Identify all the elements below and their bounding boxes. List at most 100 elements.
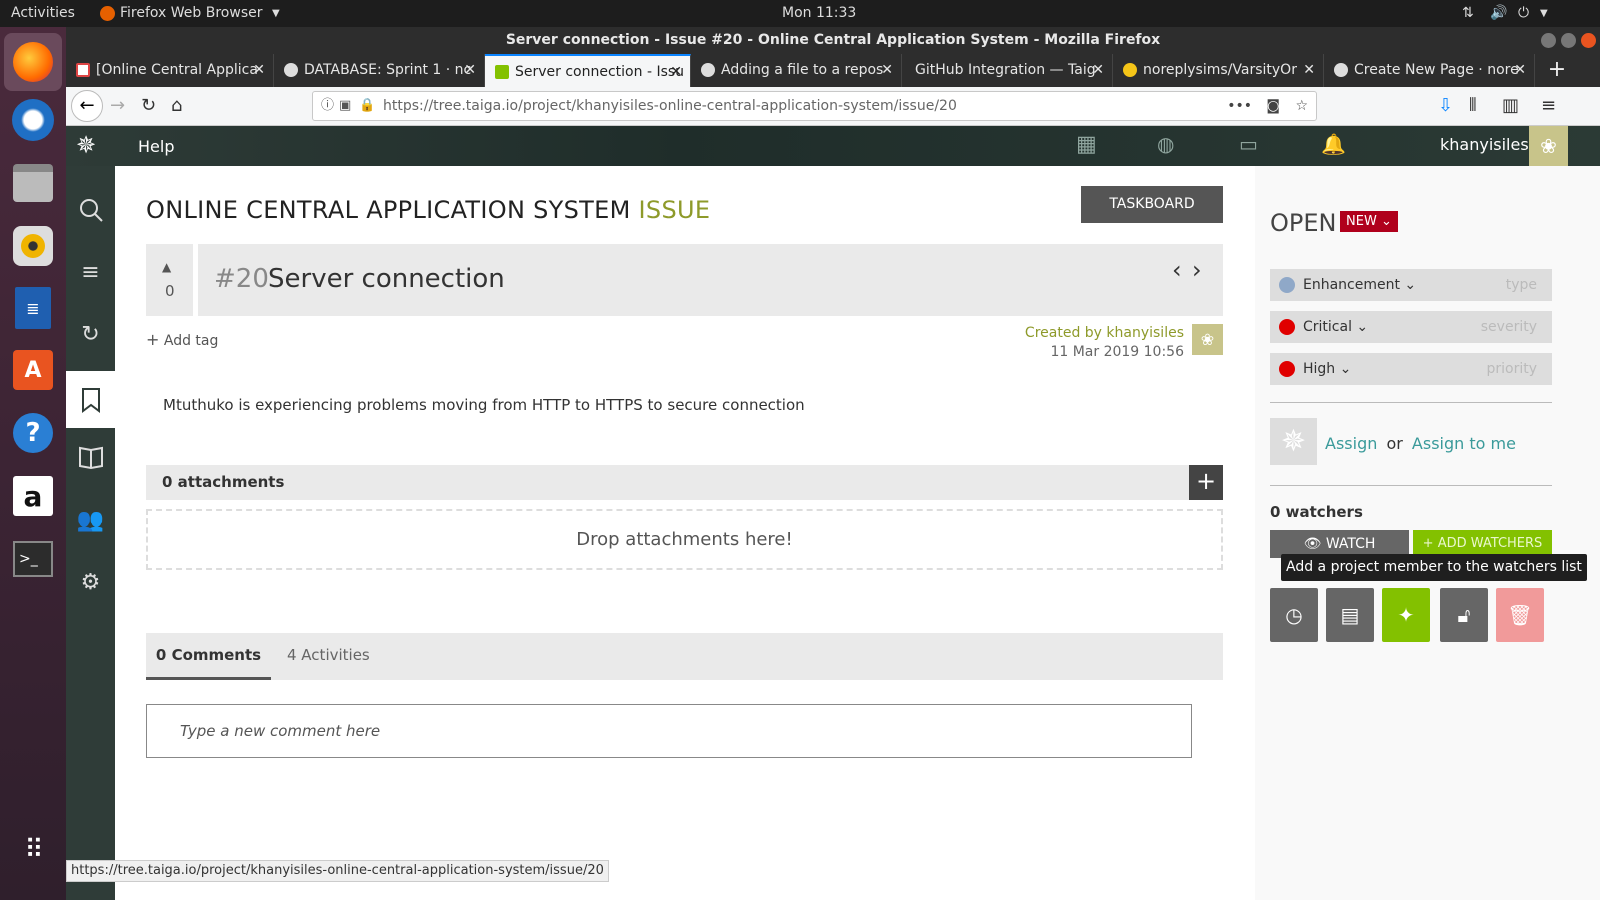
home-icon[interactable]: ⌂ xyxy=(171,95,182,116)
close-icon[interactable] xyxy=(1581,33,1596,48)
link-preview: https://tree.taiga.io/project/khanyisile… xyxy=(66,860,609,882)
thunderbird-launcher[interactable] xyxy=(10,97,56,143)
firefox-launcher[interactable] xyxy=(4,33,62,91)
attachments-header: 0 attachments xyxy=(146,465,1223,500)
close-tab-icon[interactable]: ✕ xyxy=(670,56,682,87)
promote-to-user-story-icon[interactable]: ▤ xyxy=(1326,588,1374,642)
tab-adding-file[interactable]: Adding a file to a repos ✕ xyxy=(691,54,902,87)
type-select[interactable]: Enhancement ⌄ type xyxy=(1270,269,1552,301)
add-tag-label: Add tag xyxy=(163,333,219,349)
forward-icon[interactable]: → xyxy=(110,95,125,116)
new-tab-icon[interactable]: + xyxy=(1542,54,1572,87)
projects-grid-icon[interactable]: ▦ xyxy=(1076,132,1097,157)
creator-avatar[interactable]: ❀ xyxy=(1192,324,1223,355)
writer-launcher[interactable]: ≣ xyxy=(10,285,56,331)
power-icon[interactable]: ⏻ xyxy=(1518,5,1529,21)
tab-github-integration[interactable]: GitHub Integration — Taig ✕ xyxy=(902,54,1113,87)
maximize-icon[interactable] xyxy=(1561,33,1576,48)
project-name[interactable]: ONLINE CENTRAL APPLICATION SYSTEM xyxy=(146,196,631,224)
backlog-icon[interactable]: ≡ xyxy=(66,247,115,297)
downloads-icon[interactable]: ⇩ xyxy=(1438,95,1453,116)
discover-globe-icon[interactable]: ◍ xyxy=(1157,132,1174,156)
notifications-bell-icon[interactable]: 🔔 xyxy=(1321,132,1346,156)
tab-noreplysims[interactable]: noreplysims/VarsityOr ✕ xyxy=(1113,54,1324,87)
show-apps-icon[interactable]: ⠿ xyxy=(10,827,56,873)
priority-select[interactable]: High ⌄ priority xyxy=(1270,353,1552,385)
close-tab-icon[interactable]: ✕ xyxy=(464,54,476,87)
amazon-icon: a xyxy=(13,476,53,516)
reload-icon[interactable]: ↻ xyxy=(141,95,156,116)
previous-issue-icon[interactable]: ‹ xyxy=(1172,256,1182,284)
user-avatar[interactable]: ❀ xyxy=(1529,126,1568,166)
minimize-icon[interactable] xyxy=(1541,33,1556,48)
tab-comments[interactable]: 0 Comments xyxy=(146,633,271,680)
kanban-icon[interactable]: ↻ xyxy=(66,309,115,359)
next-issue-icon[interactable]: › xyxy=(1192,256,1202,284)
sidebar-toggle-icon[interactable]: ▥ xyxy=(1502,95,1519,116)
add-tag-button[interactable]: + Add tag xyxy=(146,330,218,349)
back-icon[interactable]: ← xyxy=(71,90,103,122)
delete-trash-icon[interactable]: 🗑︎ xyxy=(1496,588,1544,642)
tab-activities[interactable]: 4 Activities xyxy=(287,633,370,680)
lock-icon[interactable]: 🔒 xyxy=(359,92,375,120)
search-icon[interactable] xyxy=(66,185,115,235)
comment-input[interactable]: Type a new comment here xyxy=(146,704,1192,758)
tab-gmail[interactable]: [Online Central Applica ✕ xyxy=(66,54,274,87)
software-launcher[interactable]: A xyxy=(10,347,56,393)
username[interactable]: khanyisiles xyxy=(1440,135,1529,154)
close-tab-icon[interactable]: ✕ xyxy=(1514,54,1526,87)
close-tab-icon[interactable]: ✕ xyxy=(1303,54,1315,87)
volume-icon[interactable]: 🔊 xyxy=(1490,5,1507,21)
network-icon[interactable]: ⇅ xyxy=(1462,5,1474,21)
taiga-logo-icon[interactable]: ✵ xyxy=(76,131,96,159)
bookmark-star-icon[interactable]: ☆ xyxy=(1295,92,1308,120)
help-link[interactable]: Help xyxy=(138,137,174,156)
close-tab-icon[interactable]: ✕ xyxy=(253,54,265,87)
menu-icon[interactable]: ≡ xyxy=(1541,95,1556,116)
files-launcher[interactable] xyxy=(10,160,56,206)
wiki-book-icon[interactable] xyxy=(66,433,115,483)
type-color-dot xyxy=(1279,277,1295,293)
close-tab-icon[interactable]: ✕ xyxy=(881,54,893,87)
permissions-icon[interactable]: ▣ xyxy=(339,92,351,120)
document-icon: ≣ xyxy=(15,287,51,329)
clock[interactable]: Mon 11:33 xyxy=(782,5,856,21)
team-icon[interactable]: 👥 xyxy=(66,495,115,545)
add-attachment-button[interactable]: + xyxy=(1189,465,1223,500)
tab-create-new-page[interactable]: Create New Page · nore ✕ xyxy=(1324,54,1535,87)
taiga-sidebar: ≡ ↻ 👥 ⚙ xyxy=(66,166,115,900)
tab-database-sprint[interactable]: DATABASE: Sprint 1 · nc ✕ xyxy=(274,54,485,87)
severity-hint: severity xyxy=(1480,319,1537,335)
url-text[interactable]: https://tree.taiga.io/project/khanyisile… xyxy=(383,92,957,120)
taskboard-button[interactable]: TASKBOARD xyxy=(1081,186,1223,223)
info-icon[interactable]: ⓘ xyxy=(321,92,334,120)
history-clock-icon[interactable]: ◷ xyxy=(1270,588,1318,642)
library-icon[interactable]: ⫴ xyxy=(1469,95,1477,116)
rhythmbox-launcher[interactable] xyxy=(10,223,56,269)
app-menu[interactable]: Firefox Web Browser xyxy=(120,5,263,21)
assign-link[interactable]: Assign xyxy=(1325,434,1377,453)
severity-select[interactable]: Critical ⌄ severity xyxy=(1270,311,1552,343)
terminal-launcher[interactable]: >_ xyxy=(10,536,56,582)
issue-description[interactable]: Mtuthuko is experiencing problems moving… xyxy=(163,396,805,414)
tab-server-connection[interactable]: Server connection - Issu ✕ xyxy=(485,54,691,87)
pocket-icon[interactable]: ◙ xyxy=(1266,92,1280,120)
attachment-dropzone[interactable]: Drop attachments here! xyxy=(146,509,1223,570)
divider xyxy=(1270,402,1552,403)
activities-button[interactable]: Activities xyxy=(11,5,75,21)
lock-icon[interactable]: 🔓︎ xyxy=(1440,588,1488,642)
amazon-launcher[interactable]: a xyxy=(10,473,56,519)
page-actions-icon[interactable]: ••• xyxy=(1227,92,1252,120)
close-tab-icon[interactable]: ✕ xyxy=(1092,54,1104,87)
help-launcher[interactable]: ? xyxy=(10,410,56,456)
assign-to-me-link[interactable]: Assign to me xyxy=(1412,434,1516,453)
status-badge[interactable]: NEW ⌄ xyxy=(1340,211,1398,232)
upvote-icon[interactable]: ▲ xyxy=(162,260,171,274)
url-bar[interactable]: ⓘ ▣ 🔒 https://tree.taiga.io/project/khan… xyxy=(312,91,1317,121)
settings-gear-icon[interactable]: ⚙ xyxy=(66,557,115,607)
created-by[interactable]: Created by khanyisiles xyxy=(995,324,1184,343)
inbox-icon[interactable]: ▭ xyxy=(1239,132,1258,156)
block-pin-icon[interactable]: ✦ xyxy=(1382,588,1430,642)
issues-bookmark-icon[interactable] xyxy=(66,371,115,428)
issue-subject[interactable]: Server connection xyxy=(268,264,505,294)
